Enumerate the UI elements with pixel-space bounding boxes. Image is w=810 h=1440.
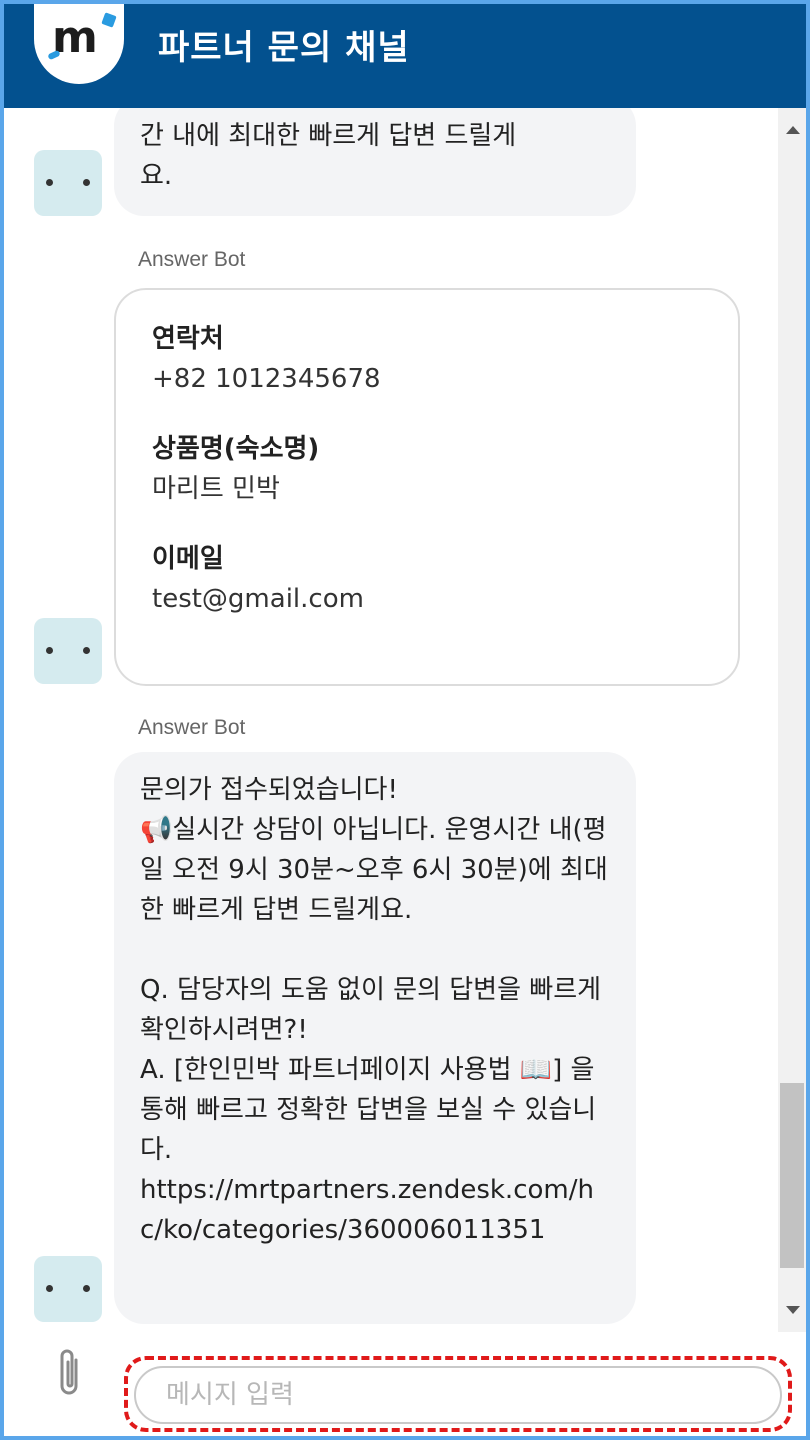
highlight-box: [124, 1356, 792, 1432]
message-input[interactable]: [134, 1366, 782, 1424]
info-card: 연락처 +82 1012345678 상품명(숙소명) 마리트 민박 이메일 t…: [114, 288, 740, 686]
chat-header: m 파트너 문의 채널: [4, 4, 806, 108]
scroll-down-icon[interactable]: [786, 1306, 800, 1314]
scroll-up-icon[interactable]: [786, 126, 800, 134]
chat-scrollbar[interactable]: [778, 108, 806, 1332]
field-value: +82 1012345678: [152, 364, 381, 394]
field-label: 이메일: [152, 544, 224, 574]
field-value: test@gmail.com: [152, 584, 364, 614]
composer: [4, 1332, 806, 1436]
bot-avatar-icon: [34, 618, 102, 684]
bot-message-bubble: 문의가 접수되었습니다! 📢실시간 상담이 아닙니다. 운영시간 내(평일 오전…: [114, 752, 636, 1324]
bot-avatar-icon: [34, 150, 102, 216]
message-log[interactable]: 간 내에 최대한 빠르게 답변 드릴게 요. Answer Bot 연락처 +8…: [4, 108, 778, 1332]
field-label: 상품명(숙소명): [152, 434, 320, 464]
info-field: 연락처 +82 1012345678: [152, 318, 702, 398]
chat-title: 파트너 문의 채널: [158, 28, 410, 68]
paperclip-icon[interactable]: [52, 1346, 88, 1402]
field-value: 마리트 민박: [152, 474, 280, 504]
info-field: 상품명(숙소명) 마리트 민박: [152, 428, 702, 508]
scrollbar-thumb[interactable]: [780, 1083, 804, 1268]
bot-message-bubble: 간 내에 최대한 빠르게 답변 드릴게 요.: [114, 108, 636, 216]
bot-avatar-icon: [34, 1256, 102, 1322]
field-label: 연락처: [152, 324, 224, 354]
sender-name: Answer Bot: [138, 248, 246, 271]
brand-logo: m: [34, 4, 124, 84]
info-field: 이메일 test@gmail.com: [152, 538, 702, 618]
sender-name: Answer Bot: [138, 716, 246, 739]
